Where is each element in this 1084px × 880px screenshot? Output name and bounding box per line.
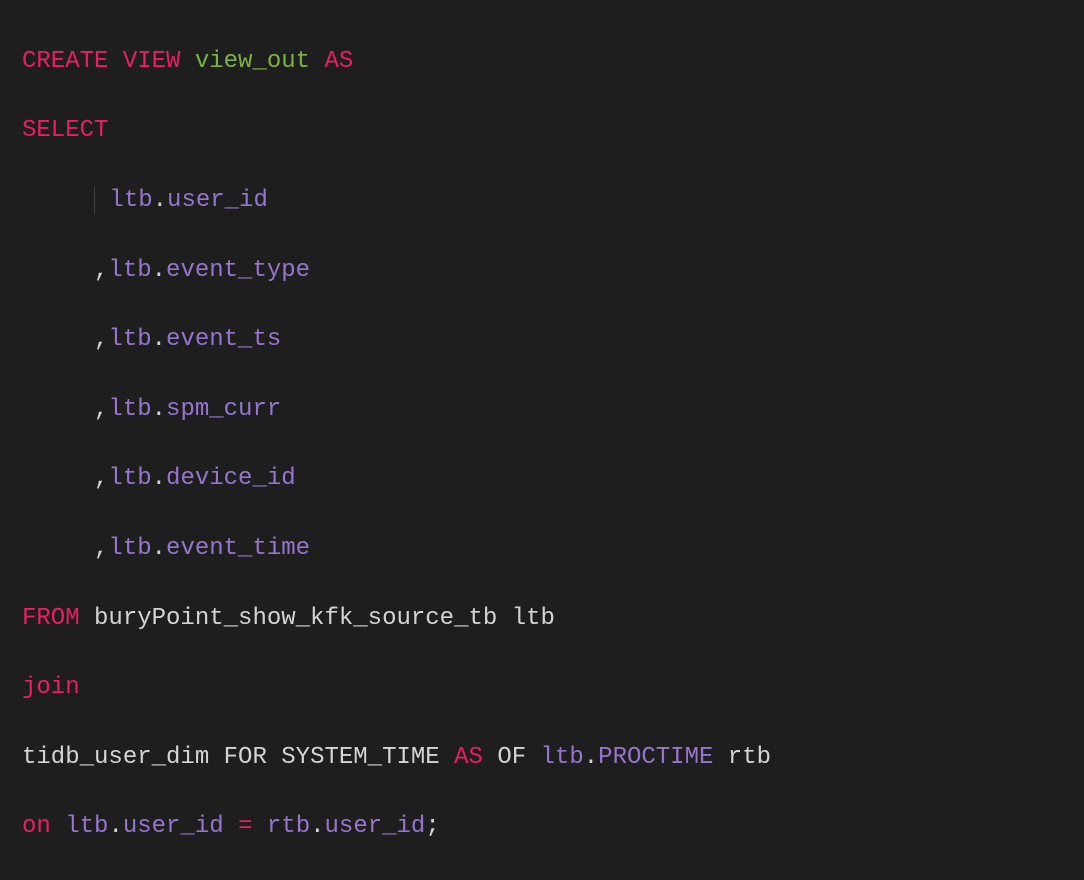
dot: . xyxy=(152,396,166,423)
comma: , xyxy=(94,326,108,353)
keyword-create: CREATE xyxy=(22,48,108,75)
comma: , xyxy=(94,535,108,562)
column: user_id xyxy=(123,813,224,840)
column: spm_curr xyxy=(166,396,281,423)
comma: , xyxy=(94,396,108,423)
table-alias: ltb xyxy=(512,605,555,632)
dot: . xyxy=(584,744,598,771)
keyword-systemtime: SYSTEM_TIME xyxy=(281,744,439,771)
code-line-1: CREATE VIEW view_out AS xyxy=(22,45,1084,80)
dot: . xyxy=(310,813,324,840)
table-alias: ltb xyxy=(108,257,151,284)
keyword-for: FOR xyxy=(224,744,267,771)
table-alias: ltb xyxy=(108,396,151,423)
dot: . xyxy=(152,257,166,284)
table-alias: ltb xyxy=(65,813,108,840)
code-line-3: ltb.user_id xyxy=(22,184,1084,219)
dot: . xyxy=(153,187,167,214)
table-alias: rtb xyxy=(728,744,771,771)
code-line-5: ,ltb.event_ts xyxy=(22,323,1084,358)
dot: . xyxy=(108,813,122,840)
table-alias: ltb xyxy=(108,535,151,562)
code-line-6: ,ltb.spm_curr xyxy=(22,393,1084,428)
column: event_type xyxy=(166,257,310,284)
code-editor[interactable]: CREATE VIEW view_out AS SELECT ltb.user_… xyxy=(0,10,1084,880)
semicolon: ; xyxy=(425,813,439,840)
keyword-join: join xyxy=(22,674,80,701)
comma: , xyxy=(94,257,108,284)
dot: . xyxy=(152,465,166,492)
code-line-9: FROM buryPoint_show_kfk_source_tb ltb xyxy=(22,602,1084,637)
column: user_id xyxy=(325,813,426,840)
code-line-11: tidb_user_dim FOR SYSTEM_TIME AS OF ltb.… xyxy=(22,741,1084,776)
table-alias: rtb xyxy=(267,813,310,840)
keyword-on: on xyxy=(22,813,51,840)
keyword-as: AS xyxy=(324,48,353,75)
table-name: buryPoint_show_kfk_source_tb xyxy=(94,605,497,632)
column: event_ts xyxy=(166,326,281,353)
dot: . xyxy=(152,326,166,353)
comma: , xyxy=(94,465,108,492)
column: device_id xyxy=(166,465,296,492)
dot: . xyxy=(152,535,166,562)
table-alias: ltb xyxy=(541,744,584,771)
view-name: view_out xyxy=(195,48,310,75)
keyword-as: AS xyxy=(454,744,483,771)
code-line-7: ,ltb.device_id xyxy=(22,462,1084,497)
code-line-8: ,ltb.event_time xyxy=(22,532,1084,567)
code-line-4: ,ltb.event_type xyxy=(22,254,1084,289)
code-line-12: on ltb.user_id = rtb.user_id; xyxy=(22,810,1084,845)
equals: = xyxy=(238,813,252,840)
table-alias: ltb xyxy=(108,465,151,492)
keyword-from: FROM xyxy=(22,605,80,632)
keyword-select: SELECT xyxy=(22,117,108,144)
code-line-2: SELECT xyxy=(22,114,1084,149)
keyword-of: OF xyxy=(497,744,526,771)
column: PROCTIME xyxy=(598,744,713,771)
table-name: tidb_user_dim xyxy=(22,744,209,771)
column: event_time xyxy=(166,535,310,562)
table-alias: ltb xyxy=(108,326,151,353)
code-line-10: join xyxy=(22,671,1084,706)
column: user_id xyxy=(167,187,268,214)
table-alias: ltb xyxy=(109,187,152,214)
keyword-view: VIEW xyxy=(123,48,181,75)
